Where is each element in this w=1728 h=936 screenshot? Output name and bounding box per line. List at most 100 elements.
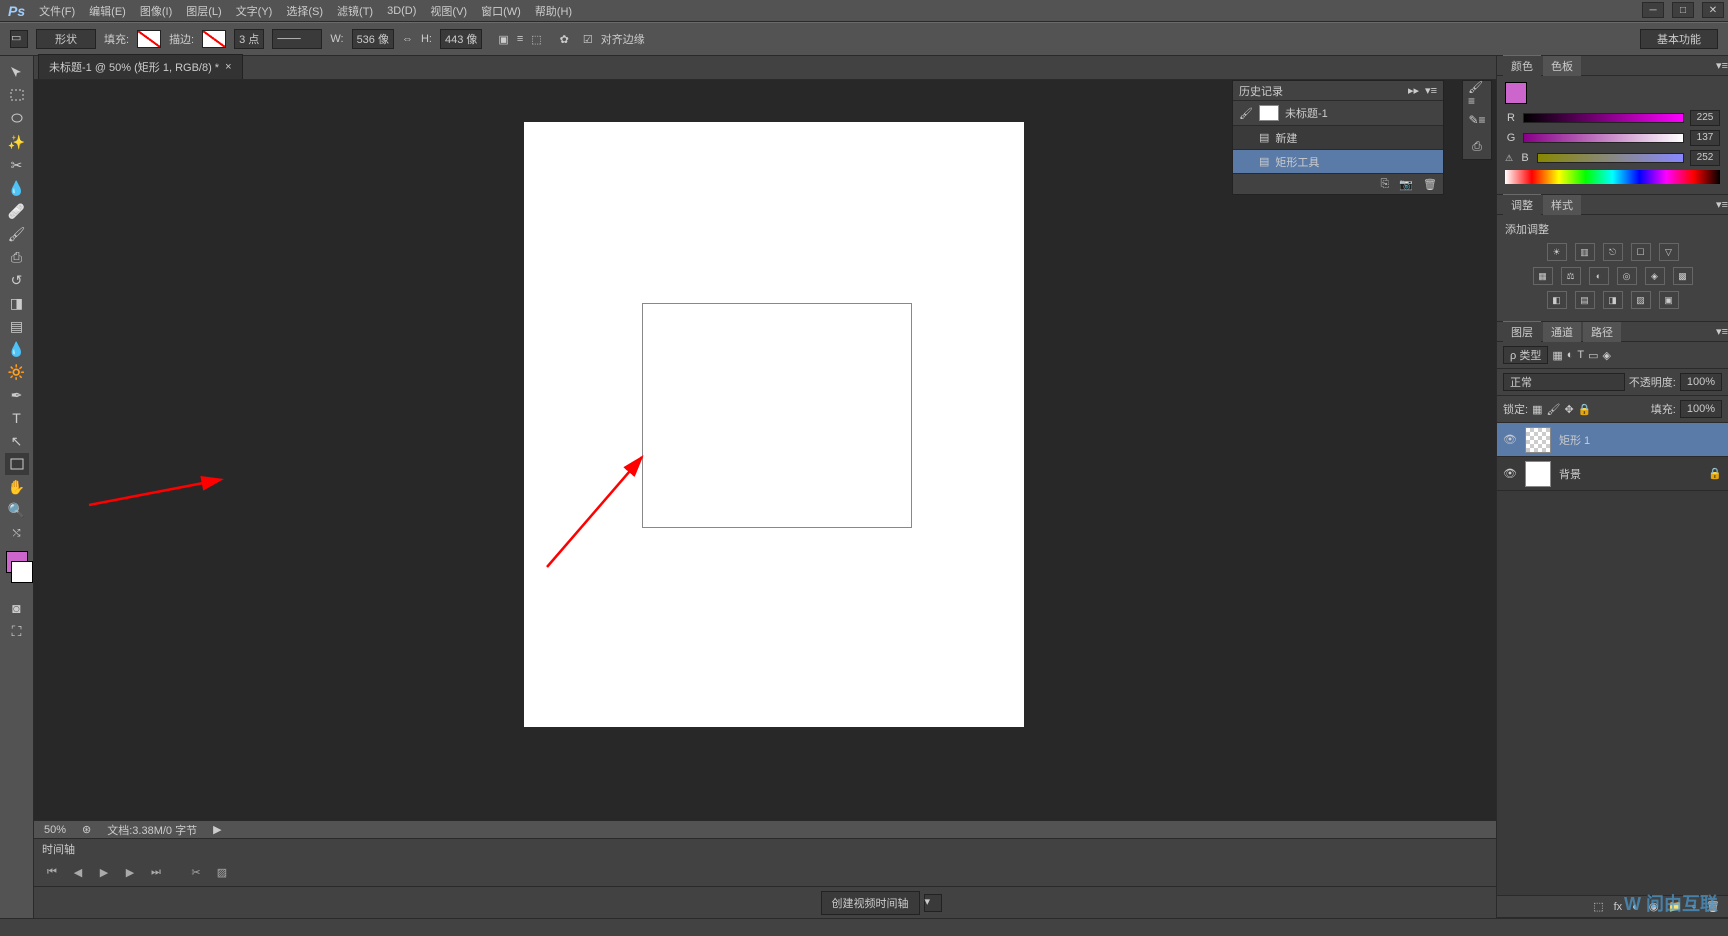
history-menu-icon[interactable]: ▾≡ bbox=[1425, 84, 1437, 97]
stamp-tool[interactable]: ⎙ bbox=[5, 246, 29, 268]
minimize-button[interactable]: ─ bbox=[1642, 2, 1664, 18]
adj-vibrance-icon[interactable]: ▽ bbox=[1659, 243, 1679, 261]
menu-window[interactable]: 窗口(W) bbox=[481, 3, 521, 19]
close-button[interactable]: ✕ bbox=[1702, 2, 1724, 18]
tab-adjustments[interactable]: 调整 bbox=[1503, 194, 1541, 215]
layer-name[interactable]: 背景 bbox=[1559, 466, 1581, 482]
menu-layer[interactable]: 图层(L) bbox=[186, 3, 221, 19]
adj-balance-icon[interactable]: ⚖ bbox=[1561, 267, 1581, 285]
menu-image[interactable]: 图像(I) bbox=[140, 3, 172, 19]
document-tab[interactable]: 未标题-1 @ 50% (矩形 1, RGB/8) * × bbox=[38, 54, 243, 79]
background-color[interactable] bbox=[11, 561, 33, 583]
lock-pixel-icon[interactable]: 🖌 bbox=[1546, 403, 1560, 416]
maximize-button[interactable]: □ bbox=[1672, 2, 1694, 18]
fill-opacity-input[interactable]: 100% bbox=[1680, 400, 1722, 418]
rectangle-tool[interactable] bbox=[5, 453, 29, 475]
stroke-style-dropdown[interactable]: ─── bbox=[272, 29, 322, 49]
link-icon[interactable]: ⇔ bbox=[402, 33, 413, 45]
adj-selective-icon[interactable]: ▣ bbox=[1659, 291, 1679, 309]
tab-color[interactable]: 颜色 bbox=[1503, 55, 1541, 76]
gear-icon[interactable]: ✿ bbox=[560, 33, 569, 46]
fill-swatch[interactable] bbox=[137, 30, 161, 48]
lock-trans-icon[interactable]: ▦ bbox=[1532, 403, 1542, 416]
b-slider[interactable] bbox=[1537, 153, 1684, 163]
adj-threshold-icon[interactable]: ◨ bbox=[1603, 291, 1623, 309]
menu-help[interactable]: 帮助(H) bbox=[535, 3, 572, 19]
shape-mode-dropdown[interactable]: 形状 bbox=[36, 29, 96, 49]
adj-gradient-icon[interactable]: ▨ bbox=[1631, 291, 1651, 309]
layer-thumb[interactable] bbox=[1525, 461, 1551, 487]
pen-tool[interactable]: ✒ bbox=[5, 384, 29, 406]
layer-filter-kind[interactable]: ρ 类型 bbox=[1503, 346, 1548, 364]
path-ops-icon[interactable]: ▣ bbox=[498, 33, 508, 46]
filter-pixel-icon[interactable]: ▦ bbox=[1552, 349, 1562, 362]
menu-type[interactable]: 文字(Y) bbox=[236, 3, 273, 19]
tl-prev-icon[interactable]: ◀ bbox=[70, 865, 86, 881]
tab-paths[interactable]: 路径 bbox=[1583, 322, 1621, 342]
history-tab[interactable]: 历史记录 bbox=[1239, 83, 1283, 99]
wand-tool[interactable]: ✨ bbox=[5, 131, 29, 153]
snapshot-name[interactable]: 未标题-1 bbox=[1285, 105, 1328, 121]
visibility-icon[interactable]: 👁 bbox=[1503, 467, 1517, 480]
tab-channels[interactable]: 通道 bbox=[1543, 322, 1581, 342]
info-arrow-icon[interactable]: ▶ bbox=[213, 823, 221, 836]
align-edges-checkbox[interactable]: ☑ bbox=[583, 33, 593, 46]
align-icon[interactable]: ≡ bbox=[517, 33, 523, 45]
adj-curves-icon[interactable]: ⎋ bbox=[1603, 243, 1623, 261]
path-select-tool[interactable]: ↖ bbox=[5, 430, 29, 452]
blur-tool[interactable]: 💧 bbox=[5, 338, 29, 360]
tab-styles[interactable]: 样式 bbox=[1543, 195, 1581, 215]
hand-tool[interactable]: ✋ bbox=[5, 476, 29, 498]
screenmode-icon[interactable]: ⛶ bbox=[5, 620, 29, 642]
type-tool[interactable]: T bbox=[5, 407, 29, 429]
eraser-tool[interactable]: ◨ bbox=[5, 292, 29, 314]
stroke-width-input[interactable]: 3 点 bbox=[234, 29, 264, 49]
lock-all-icon[interactable]: 🔒 bbox=[1578, 403, 1592, 416]
zoom-stepper-icon[interactable]: ⊛ bbox=[82, 823, 91, 836]
adj-hue-icon[interactable]: ▦ bbox=[1533, 267, 1553, 285]
blend-mode-dropdown[interactable]: 正常 bbox=[1503, 373, 1625, 391]
panel-menu-icon[interactable]: ▾≡ bbox=[1716, 59, 1728, 72]
adj-bw-icon[interactable]: ◐ bbox=[1589, 267, 1609, 285]
menu-select[interactable]: 选择(S) bbox=[286, 3, 323, 19]
fx-icon[interactable]: fx bbox=[1614, 901, 1623, 913]
layer-thumb[interactable] bbox=[1525, 427, 1551, 453]
canvas-viewport[interactable] bbox=[34, 80, 1728, 820]
eyedropper-tool[interactable]: 💧 bbox=[5, 177, 29, 199]
menu-3d[interactable]: 3D(D) bbox=[387, 5, 416, 17]
adj-brightness-icon[interactable]: ☀ bbox=[1547, 243, 1567, 261]
arrange-icon[interactable]: ⬚ bbox=[531, 33, 541, 46]
adj-levels-icon[interactable]: ▥ bbox=[1575, 243, 1595, 261]
g-value[interactable]: 137 bbox=[1690, 130, 1720, 146]
tl-next-icon[interactable]: ▶ bbox=[122, 865, 138, 881]
gradient-tool[interactable]: ▤ bbox=[5, 315, 29, 337]
menu-file[interactable]: 文件(F) bbox=[39, 3, 75, 19]
layer-row[interactable]: 👁 矩形 1 bbox=[1497, 423, 1728, 457]
canvas[interactable] bbox=[524, 122, 1024, 727]
dodge-tool[interactable]: 🔆 bbox=[5, 361, 29, 383]
fg-swatch[interactable] bbox=[1505, 82, 1527, 104]
panel-menu-icon[interactable]: ▾≡ bbox=[1716, 198, 1728, 211]
r-slider[interactable] bbox=[1523, 113, 1684, 123]
menu-filter[interactable]: 滤镜(T) bbox=[337, 3, 373, 19]
adj-photo-icon[interactable]: ◎ bbox=[1617, 267, 1637, 285]
adj-lookup-icon[interactable]: ▩ bbox=[1673, 267, 1693, 285]
healing-tool[interactable]: 🩹 bbox=[5, 200, 29, 222]
adj-invert-icon[interactable]: ◧ bbox=[1547, 291, 1567, 309]
workspace-dropdown[interactable]: 基本功能 bbox=[1640, 29, 1718, 49]
layer-name[interactable]: 矩形 1 bbox=[1559, 432, 1590, 448]
zoom-tool[interactable]: 🔍 bbox=[5, 499, 29, 521]
height-input[interactable]: 443 像 bbox=[440, 29, 482, 49]
dock-brushes-icon[interactable]: ✎≡ bbox=[1468, 111, 1486, 129]
adj-posterize-icon[interactable]: ▤ bbox=[1575, 291, 1595, 309]
timeline-dropdown-icon[interactable]: ▾ bbox=[924, 894, 942, 912]
tab-close-icon[interactable]: × bbox=[225, 61, 231, 73]
g-slider[interactable] bbox=[1523, 133, 1684, 143]
history-item[interactable]: ▤ 矩形工具 bbox=[1233, 150, 1443, 174]
swap-colors-icon[interactable]: ⤭ bbox=[5, 522, 29, 544]
adj-mixer-icon[interactable]: ◈ bbox=[1645, 267, 1665, 285]
rectangle-shape[interactable] bbox=[642, 303, 912, 528]
create-timeline-button[interactable]: 创建视频时间轴 bbox=[821, 891, 920, 915]
b-value[interactable]: 252 bbox=[1690, 150, 1720, 166]
filter-smart-icon[interactable]: ◈ bbox=[1603, 349, 1611, 362]
